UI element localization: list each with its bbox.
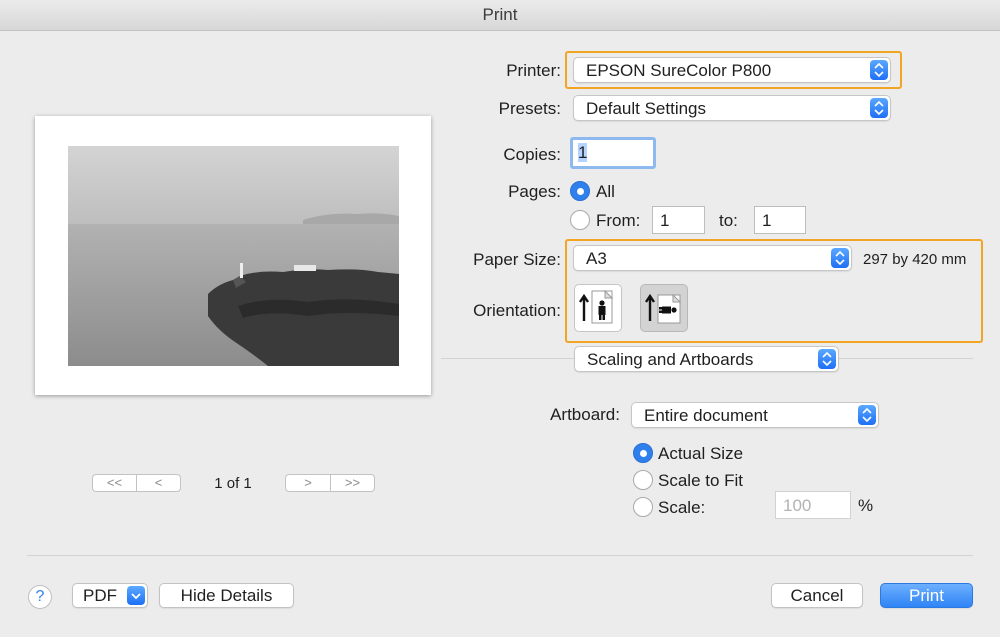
updown-chevron-icon <box>858 405 876 425</box>
paper-size-label: Paper Size: <box>473 250 561 269</box>
paper-size-select[interactable]: A3 <box>573 245 852 271</box>
printer-value: EPSON SureColor P800 <box>586 61 772 80</box>
copies-field[interactable]: 1 <box>570 137 656 169</box>
paper-size-value: A3 <box>586 249 607 268</box>
artboard-select[interactable]: Entire document <box>631 402 879 428</box>
first-page-button[interactable]: << <box>92 474 137 492</box>
artboard-label: Artboard: <box>550 405 620 424</box>
page-indicator: 1 of 1 <box>214 475 252 492</box>
scale-to-fit-radio[interactable] <box>633 470 653 490</box>
updown-chevron-icon <box>831 248 849 268</box>
next-page-button[interactable]: > <box>285 474 331 492</box>
section-select[interactable]: Scaling and Artboards <box>574 346 839 372</box>
actual-size-radio[interactable] <box>633 443 653 463</box>
print-label: Print <box>909 586 944 605</box>
presets-select[interactable]: Default Settings <box>573 95 891 121</box>
previous-page-button[interactable]: < <box>136 474 181 492</box>
pages-from-field[interactable]: 1 <box>652 206 705 234</box>
footer-divider <box>27 555 973 556</box>
percent-sign: % <box>858 496 874 515</box>
pages-to-label: to: <box>719 211 738 230</box>
pages-from-radio[interactable] <box>570 210 590 230</box>
paper-dimensions: 297 by 420 mm <box>863 251 967 268</box>
presets-label: Presets: <box>498 99 561 118</box>
pages-to-field[interactable]: 1 <box>754 206 806 234</box>
hide-details-label: Hide Details <box>180 586 273 605</box>
scale-label: Scale: <box>658 498 706 517</box>
updown-chevron-icon <box>818 349 836 369</box>
scale-radio[interactable] <box>633 497 653 517</box>
print-preview-page <box>35 116 431 395</box>
scale-value: 100 <box>783 496 812 515</box>
hide-details-button[interactable]: Hide Details <box>159 583 294 608</box>
last-page-button[interactable]: >> <box>330 474 375 492</box>
portrait-person-icon <box>579 289 614 324</box>
orientation-label: Orientation: <box>473 301 561 320</box>
pages-all-label: All <box>596 182 615 201</box>
pdf-menu-button[interactable]: PDF <box>72 583 148 608</box>
pages-to-value: 1 <box>762 211 772 230</box>
pdf-label: PDF <box>83 586 117 605</box>
pages-label: Pages: <box>508 182 561 201</box>
pages-all-radio[interactable] <box>570 181 590 201</box>
preview-photo <box>68 146 399 366</box>
scale-field[interactable]: 100 <box>775 491 851 519</box>
help-button[interactable]: ? <box>28 585 52 609</box>
updown-chevron-icon <box>870 60 888 80</box>
actual-size-label: Actual Size <box>658 444 744 463</box>
window-title: Print <box>482 5 518 24</box>
copies-value: 1 <box>578 143 588 162</box>
printer-select[interactable]: EPSON SureColor P800 <box>573 57 891 83</box>
landscape-person-icon <box>645 293 682 324</box>
artboard-value: Entire document <box>644 406 768 425</box>
pages-from-value: 1 <box>660 211 670 230</box>
cancel-button[interactable]: Cancel <box>771 583 863 608</box>
orientation-landscape-button[interactable] <box>640 284 688 332</box>
updown-chevron-icon <box>870 98 888 118</box>
orientation-portrait-button[interactable] <box>574 284 622 332</box>
pages-from-label: From: <box>596 211 641 230</box>
scale-to-fit-label: Scale to Fit <box>658 471 744 490</box>
section-value: Scaling and Artboards <box>587 350 754 369</box>
presets-value: Default Settings <box>586 99 707 118</box>
window-title-bar[interactable]: Print <box>0 0 1000 31</box>
help-icon: ? <box>35 588 45 605</box>
print-button[interactable]: Print <box>880 583 973 608</box>
copies-label: Copies: <box>503 145 561 164</box>
chevron-down-icon <box>127 586 145 605</box>
printer-label: Printer: <box>506 61 561 80</box>
cancel-label: Cancel <box>790 586 844 605</box>
